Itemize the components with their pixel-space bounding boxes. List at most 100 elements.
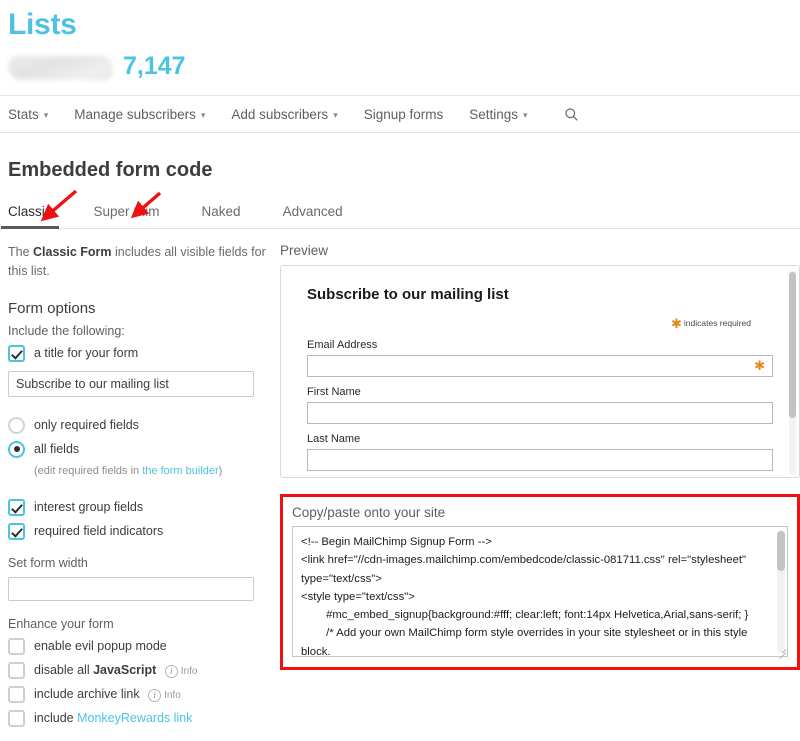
code-scrollbar[interactable] [777, 530, 785, 653]
info-label: Info [180, 665, 198, 677]
nav-item-stats[interactable]: Stats ▾ [8, 107, 48, 122]
edit-note-suffix: ) [218, 464, 223, 477]
nav-label: Signup forms [363, 106, 444, 122]
edit-required-fields-note: (edit required fields in the form builde… [34, 465, 266, 477]
preview-last-name-input[interactable] [307, 449, 773, 471]
info-label: Info [164, 689, 181, 701]
info-badge-javascript[interactable]: i Info [164, 664, 198, 678]
preview-and-code-panel: Preview Subscribe to our mailing list ✱ i… [266, 243, 800, 727]
form-type-tabs: Classic Super Slim Naked Advanced [0, 204, 800, 229]
monkeyrewards-text: include [34, 711, 78, 726]
info-icon[interactable]: i [164, 664, 178, 678]
option-row-monkeyrewards: include MonkeyRewards link [8, 709, 266, 727]
checkbox-disable-javascript[interactable] [8, 661, 25, 679]
checkbox-form-title-label: a title for your form [34, 346, 139, 361]
checkbox-archive-link-label: include archive link i Info [34, 687, 181, 702]
tab-super-slim[interactable]: Super Slim [94, 204, 160, 228]
checkbox-form-title[interactable] [8, 344, 25, 362]
main-navigation: Stats ▾ Manage subscribers ▾ Add subscri… [0, 95, 800, 133]
form-width-input[interactable] [8, 576, 254, 601]
disable-js-bold: JavaScript [93, 662, 157, 677]
option-row-interest-groups: interest group fields [8, 498, 266, 516]
option-row-evil-popup: enable evil popup mode [8, 637, 266, 655]
option-row-archive-link: include archive link i Info [8, 685, 266, 703]
disable-js-text: disable all [34, 662, 94, 677]
redacted-list-name [8, 56, 113, 80]
checkbox-interest-group-fields[interactable] [8, 498, 25, 516]
fields-radio-group: only required fields all fields [8, 416, 266, 458]
preview-label: Preview [280, 243, 329, 258]
nav-label: Settings [469, 106, 519, 122]
form-preview: Subscribe to our mailing list ✱ indicates… [280, 265, 800, 478]
info-icon[interactable]: i [148, 688, 162, 702]
nav-item-manage-subscribers[interactable]: Manage subscribers ▾ [74, 107, 205, 122]
option-row-required-indicators: required field indicators [8, 522, 266, 540]
option-row-title: a title for your form [8, 344, 266, 362]
nav-item-settings[interactable]: Settings ▾ [469, 107, 527, 122]
intro-bold: Classic Form [33, 245, 112, 259]
tab-naked[interactable]: Naked [202, 204, 241, 228]
checkbox-required-field-indicators[interactable] [8, 522, 25, 540]
chevron-down-icon: ▾ [523, 109, 528, 120]
monkeyrewards-link[interactable]: MonkeyRewards link [77, 711, 192, 725]
code-section-label: Copy/paste onto your site [292, 505, 446, 520]
chevron-down-icon: ▾ [43, 109, 49, 120]
nav-label: Manage subscribers [74, 106, 196, 122]
list-summary: 7,147 [8, 49, 800, 83]
intro-prefix: The [8, 245, 34, 259]
radio-only-required-label: only required fields [34, 418, 139, 433]
archive-link-text: include archive link [34, 686, 140, 701]
preview-field-label: First Name [307, 386, 361, 398]
set-form-width-label: Set form width [8, 555, 88, 570]
option-row-disable-javascript: disable all JavaScript i Info [8, 661, 266, 679]
enhance-form-heading: Enhance your form [8, 616, 114, 631]
preview-field-label: Email Address [307, 339, 378, 351]
tab-label: Super Slim [93, 204, 160, 219]
checkbox-include-monkeyrewards[interactable] [8, 709, 25, 727]
info-badge-archive[interactable]: i Info [148, 688, 181, 702]
nav-label: Add subscribers [231, 106, 329, 122]
form-builder-link[interactable]: the form builder [142, 465, 218, 477]
include-following-label: Include the following: [8, 323, 125, 338]
option-row-only-required: only required fields [8, 416, 266, 434]
chevron-down-icon: ▾ [200, 109, 206, 120]
radio-only-required-fields[interactable] [8, 416, 25, 434]
section-title: Embedded form code [8, 159, 213, 181]
checkbox-required-indicators-label: required field indicators [34, 524, 164, 539]
checkbox-disable-javascript-label: disable all JavaScript i Info [34, 663, 197, 678]
nav-item-add-subscribers[interactable]: Add subscribers ▾ [231, 107, 337, 122]
form-title-input[interactable] [8, 370, 254, 397]
checkbox-monkeyrewards-label: include MonkeyRewards link [34, 711, 192, 725]
option-row-all-fields: all fields [8, 440, 266, 458]
content-area: The Classic Form includes all visible fi… [0, 243, 800, 727]
search-icon[interactable] [564, 107, 579, 122]
checkbox-evil-popup-mode[interactable] [8, 637, 25, 655]
code-scrollbar-thumb[interactable] [777, 531, 785, 571]
embed-code-textarea[interactable]: <!-- Begin MailChimp Signup Form --> <li… [292, 526, 788, 657]
page-title: Lists [8, 8, 77, 41]
extra-options-group: interest group fields required field ind… [8, 498, 266, 540]
tab-classic[interactable]: Classic [1, 204, 58, 229]
radio-all-fields[interactable] [8, 440, 25, 458]
tab-label: Classic [8, 204, 52, 219]
preview-first-name-input[interactable] [307, 402, 773, 424]
copy-paste-code-section: Copy/paste onto your site <!-- Begin Mai… [280, 494, 800, 670]
textarea-resize-handle[interactable] [775, 644, 787, 660]
radio-all-fields-label: all fields [34, 442, 80, 457]
tab-advanced[interactable]: Advanced [283, 204, 343, 228]
required-legend-text: indicates required [683, 318, 751, 328]
subscriber-count: 7,147 [123, 51, 186, 80]
form-options-panel: The Classic Form includes all visible fi… [8, 243, 266, 727]
checkbox-include-archive-link[interactable] [8, 685, 25, 703]
checkbox-interest-group-label: interest group fields [34, 500, 144, 515]
asterisk-icon: ✱ [754, 358, 765, 373]
checkbox-evil-popup-label: enable evil popup mode [34, 639, 167, 654]
preview-scrollbar-thumb[interactable] [789, 272, 796, 418]
preview-content: Subscribe to our mailing list ✱ indicates… [281, 266, 799, 471]
preview-email-input[interactable]: ✱ [307, 355, 773, 377]
nav-item-signup-forms[interactable]: Signup forms [364, 107, 444, 122]
chevron-down-icon: ▾ [333, 109, 338, 120]
asterisk-icon: ✱ [670, 316, 682, 331]
preview-scrollbar[interactable] [789, 270, 796, 475]
tab-label: Advanced [282, 204, 343, 219]
